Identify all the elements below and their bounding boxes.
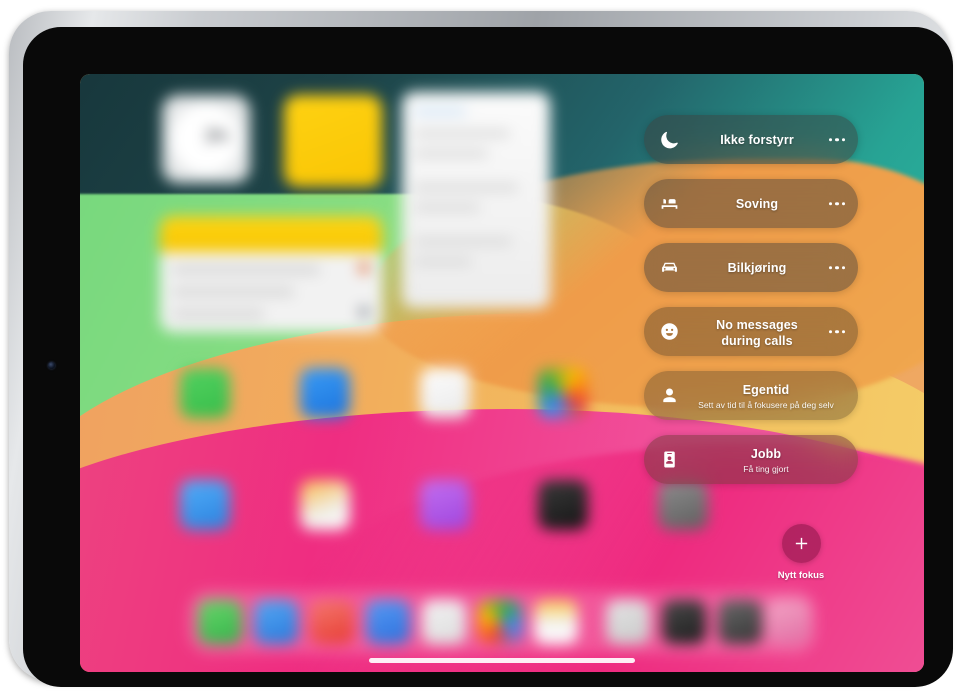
new-focus-group[interactable]: Nytt fokus: [751, 524, 851, 581]
focus-item-bilkjoring[interactable]: Bilkjøring: [644, 243, 858, 292]
moon-icon: [658, 129, 680, 151]
yellow-widget: [284, 95, 382, 187]
focus-item-jobb[interactable]: Jobb Få ting gjort: [644, 435, 858, 484]
person-icon: [658, 385, 680, 407]
focus-item-label-line2: during calls: [721, 333, 793, 348]
home-indicator[interactable]: [369, 658, 635, 663]
smiley-icon: [658, 321, 680, 343]
notes-widget: [402, 92, 550, 308]
app-icon: [420, 368, 470, 418]
calendar-header: [160, 216, 382, 252]
dock-icon: [310, 600, 354, 644]
focus-item-text: Soving: [690, 195, 824, 213]
focus-item-egentid[interactable]: Egentid Sett av tid til å fokusere på de…: [644, 371, 858, 420]
new-focus-label: Nytt fokus: [777, 570, 825, 581]
focus-item-label: Egentid: [742, 382, 790, 397]
app-icon: [538, 480, 588, 530]
app-icon: [300, 480, 350, 530]
app-icon: [538, 368, 588, 418]
dock-icon: [422, 600, 466, 644]
focus-item-no-messages-during-calls[interactable]: No messages during calls: [644, 307, 858, 356]
ellipsis-icon[interactable]: [828, 137, 845, 142]
focus-item-label: Bilkjøring: [727, 260, 787, 275]
focus-item-text: No messages during calls: [690, 316, 824, 348]
front-camera-icon: [48, 362, 55, 369]
dock-icon: [198, 600, 242, 644]
focus-item-text: Jobb Få ting gjort: [690, 445, 842, 475]
app-icon: [300, 368, 350, 418]
focus-item-ikke-forstyrr[interactable]: Ikke forstyrr: [644, 115, 858, 164]
focus-item-label-line1: No messages: [716, 317, 798, 332]
focus-item-label: Jobb: [750, 446, 782, 461]
focus-item-subtitle: Få ting gjort: [743, 463, 789, 474]
device-bezel: Ikke forstyrr Soving Bilkjøring No messa…: [23, 27, 953, 687]
dock-icon: [534, 600, 578, 644]
clock-widget: [162, 95, 250, 183]
ellipsis-icon[interactable]: [828, 265, 845, 270]
dock-icon: [478, 600, 522, 644]
car-icon: [658, 257, 680, 279]
focus-item-text: Egentid Sett av tid til å fokusere på de…: [690, 381, 842, 411]
focus-item-subtitle: Sett av tid til å fokusere på deg selv: [698, 399, 834, 410]
ellipsis-icon[interactable]: [828, 201, 845, 206]
id-badge-icon: [658, 449, 680, 471]
ipad-screen: Ikke forstyrr Soving Bilkjøring No messa…: [80, 74, 924, 672]
device-frame: Ikke forstyrr Soving Bilkjøring No messa…: [9, 11, 953, 687]
focus-item-label: Soving: [735, 196, 779, 211]
plus-icon: [795, 537, 807, 550]
focus-item-text: Bilkjøring: [690, 259, 824, 277]
dock-icon: [366, 600, 410, 644]
focus-item-label: Ikke forstyrr: [720, 132, 794, 147]
app-icon: [420, 480, 470, 530]
focus-item-text: Ikke forstyrr: [690, 131, 824, 149]
bed-icon: [658, 193, 680, 215]
app-icon: [180, 368, 230, 418]
dock-icon: [254, 600, 298, 644]
focus-item-soving[interactable]: Soving: [644, 179, 858, 228]
app-icon: [180, 480, 230, 530]
calendar-widget: [160, 216, 382, 332]
ellipsis-icon[interactable]: [828, 329, 845, 334]
new-focus-button[interactable]: [781, 524, 821, 563]
focus-panel: Ikke forstyrr Soving Bilkjøring No messa…: [636, 74, 924, 672]
